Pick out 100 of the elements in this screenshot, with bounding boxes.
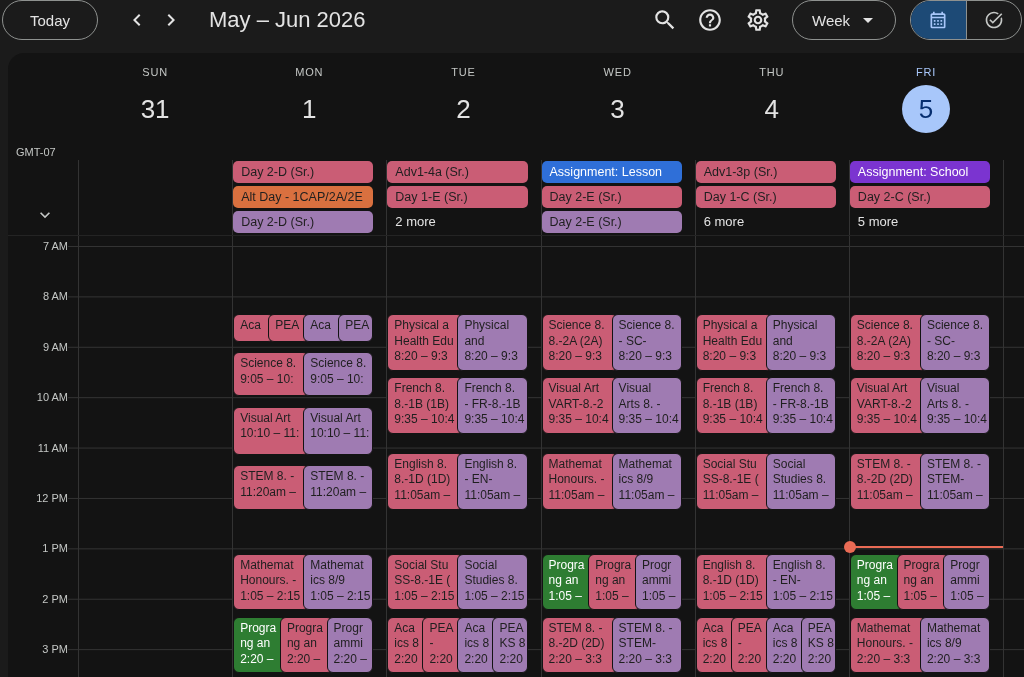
event-time: 9:35 – 10:4 — [856, 412, 917, 428]
calendar-event[interactable]: Visual Arts 8. - 9:35 – 10:4 — [919, 377, 990, 434]
all-day-event[interactable]: Day 2-D (Sr.) — [233, 161, 374, 183]
calendar-event[interactable]: Physical and 8:20 – 9:3 — [765, 314, 836, 371]
calendar-event[interactable]: PEA — [338, 314, 374, 342]
calendar-event[interactable]: Mathemat ics 8/9 1:05 – 2:15 — [303, 553, 374, 611]
calendar-view-button[interactable] — [911, 1, 966, 39]
event-title: French 8. 8.-1B (1B) — [702, 381, 758, 413]
event-title: Science 8. — [240, 356, 297, 372]
event-time: 9:05 – 10: — [240, 371, 294, 387]
calendar-event[interactable]: STEM 8. - 11:20am – — [303, 465, 374, 511]
all-day-event[interactable]: Adv1-4a (Sr.) — [387, 161, 528, 183]
event-time: 2:20 — [737, 651, 762, 668]
event-title: Aca — [310, 318, 331, 334]
event-title: Visual Art VART-8.-2 — [548, 381, 604, 413]
all-day-event[interactable]: Day 2-E (Sr.) — [541, 186, 682, 208]
calendar-event[interactable]: STEM 8. - STEM- 2:20 – 3:3 — [611, 616, 682, 674]
event-title: Aca ics 8 — [464, 620, 490, 652]
more-events-link[interactable]: 5 more — [849, 211, 907, 233]
all-day-event[interactable]: Assignment: School — [849, 161, 991, 183]
event-title: STEM 8. - — [240, 469, 295, 485]
calendar-event[interactable]: PEA KS 8 2:20 — [492, 616, 528, 674]
event-title: Visual Art — [240, 410, 291, 427]
more-events-link[interactable]: 6 more — [695, 211, 753, 233]
event-title: Science 8. - SC- — [618, 318, 675, 350]
calendar-event[interactable]: English 8. - EN- 11:05am – — [457, 452, 528, 510]
event-time: 11:05am – — [926, 487, 983, 504]
event-time: 8:20 – 9:3 — [856, 349, 911, 365]
calendar-event[interactable]: Progr ammi 2:20 – — [326, 616, 374, 674]
all-day-event[interactable]: Alt Day - 1CAP/2A/2E — [233, 186, 374, 208]
event-title: Visual Art — [310, 410, 361, 427]
event-time: 2:20 – — [240, 651, 274, 668]
calendar-event[interactable]: STEM 8. - STEM- 11:05am – — [919, 452, 990, 510]
all-day-event[interactable]: Day 1-E (Sr.) — [387, 186, 528, 208]
calendar-event[interactable]: PEA KS 8 2:20 — [800, 616, 836, 674]
event-title: Progr ammi — [333, 620, 363, 652]
all-day-event[interactable]: Day 1-C (Sr.) — [695, 186, 836, 208]
event-title: Aca ics 8 — [772, 620, 798, 652]
event-time: 11:05am – — [618, 487, 675, 504]
event-time: 1:05 – 2:15 — [772, 588, 833, 605]
event-title: Progr ammi — [950, 557, 980, 589]
event-title: STEM 8. - 8.-2D (2D) — [548, 620, 605, 652]
event-time: 10:10 – 11: — [310, 426, 370, 442]
calendar-event[interactable]: Social Studies 8. 1:05 – 2:15 — [457, 553, 528, 611]
date-number[interactable]: 1 — [302, 94, 317, 124]
event-title: Progr ammi — [641, 557, 672, 589]
date-number[interactable]: 3 — [610, 94, 625, 124]
event-title: Social Studies 8. — [464, 557, 518, 589]
calendar-event[interactable]: Mathemat ics 8/9 11:05am – — [611, 452, 682, 510]
event-title: French 8. - FR-8.-1B — [772, 381, 829, 413]
date-number[interactable]: 5 — [901, 85, 950, 133]
calendar-event[interactable]: Mathemat ics 8/9 2:20 – 3:3 — [919, 616, 990, 674]
event-time: 1:05 – — [903, 588, 937, 605]
calendar-event[interactable]: Physical and 8:20 – 9:3 — [457, 314, 528, 371]
help-icon[interactable] — [697, 7, 723, 33]
event-time: 8:20 – 9:3 — [926, 349, 981, 365]
all-day-event[interactable]: Day 2-C (Sr.) — [849, 186, 991, 208]
calendar-event[interactable]: French 8. - FR-8.-1B 9:35 – 10:4 — [765, 377, 836, 434]
event-time: 1:05 – — [856, 588, 891, 605]
event-time: 11:05am – — [856, 487, 913, 504]
calendar-event[interactable]: English 8. - EN- 1:05 – 2:15 — [765, 553, 836, 611]
event-title: STEM 8. - — [310, 469, 365, 485]
event-time: 2:20 — [464, 651, 488, 668]
calendar-event[interactable]: Visual Arts 8. - 9:35 – 10:4 — [611, 377, 682, 434]
caret-down-icon — [863, 17, 874, 23]
event-time: 8:20 – 9:3 — [548, 349, 602, 365]
weekday-label: TUE — [451, 66, 476, 78]
calendar-event[interactable]: Social Studies 8. 11:05am – — [765, 452, 836, 510]
calendar-event[interactable]: Progr ammi 1:05 – — [634, 553, 682, 611]
event-title: Visual Arts 8. - — [926, 381, 969, 413]
calendar-event[interactable]: Progr ammi 1:05 – — [943, 553, 990, 611]
date-number[interactable]: 4 — [764, 94, 779, 124]
date-number[interactable]: 31 — [140, 94, 170, 124]
event-time: 11:20am – — [240, 484, 296, 501]
event-time: 11:20am – — [310, 484, 367, 501]
event-time: 11:05am – — [548, 487, 605, 504]
event-title: Physical a Health Edu — [702, 318, 763, 350]
event-title: Mathemat ics 8/9 — [926, 620, 981, 652]
calendar-event[interactable]: Science 8. - SC- 8:20 – 9:3 — [919, 314, 990, 371]
event-time: 9:35 – 10:4 — [926, 412, 987, 428]
more-events-link[interactable]: 2 more — [387, 211, 444, 233]
all-day-event[interactable]: Assignment: Lesson — [541, 161, 682, 183]
calendar-event[interactable]: French 8. - FR-8.-1B 9:35 – 10:4 — [457, 377, 528, 434]
event-time: 2:20 – 3:3 — [548, 651, 602, 668]
calendar-event[interactable]: Science 8. 9:05 – 10: — [303, 352, 374, 397]
calendar-event[interactable]: Science 8. - SC- 8:20 – 9:3 — [611, 314, 682, 371]
settings-icon[interactable] — [745, 7, 771, 33]
event-time: 2:20 — [429, 651, 453, 668]
all-day-event[interactable]: Adv1-3p (Sr.) — [695, 161, 836, 183]
event-title: Aca ics 8 — [702, 620, 728, 652]
date-number[interactable]: 2 — [456, 94, 471, 124]
event-title: Science 8. 8.-2A (2A) — [548, 318, 605, 350]
event-time: 9:35 – 10:4 — [394, 412, 455, 428]
calendar-event[interactable]: Visual Art 10:10 – 11: — [303, 406, 374, 455]
event-title: Progra ng an — [286, 620, 323, 652]
event-title: Progra ng an — [856, 557, 893, 589]
event-title: Social Stu SS-8.-1E ( — [394, 557, 451, 589]
event-time: 2:20 — [702, 651, 727, 668]
all-day-event[interactable]: Day 2-E (Sr.) — [541, 211, 682, 233]
all-day-event[interactable]: Day 2-D (Sr.) — [233, 211, 374, 233]
